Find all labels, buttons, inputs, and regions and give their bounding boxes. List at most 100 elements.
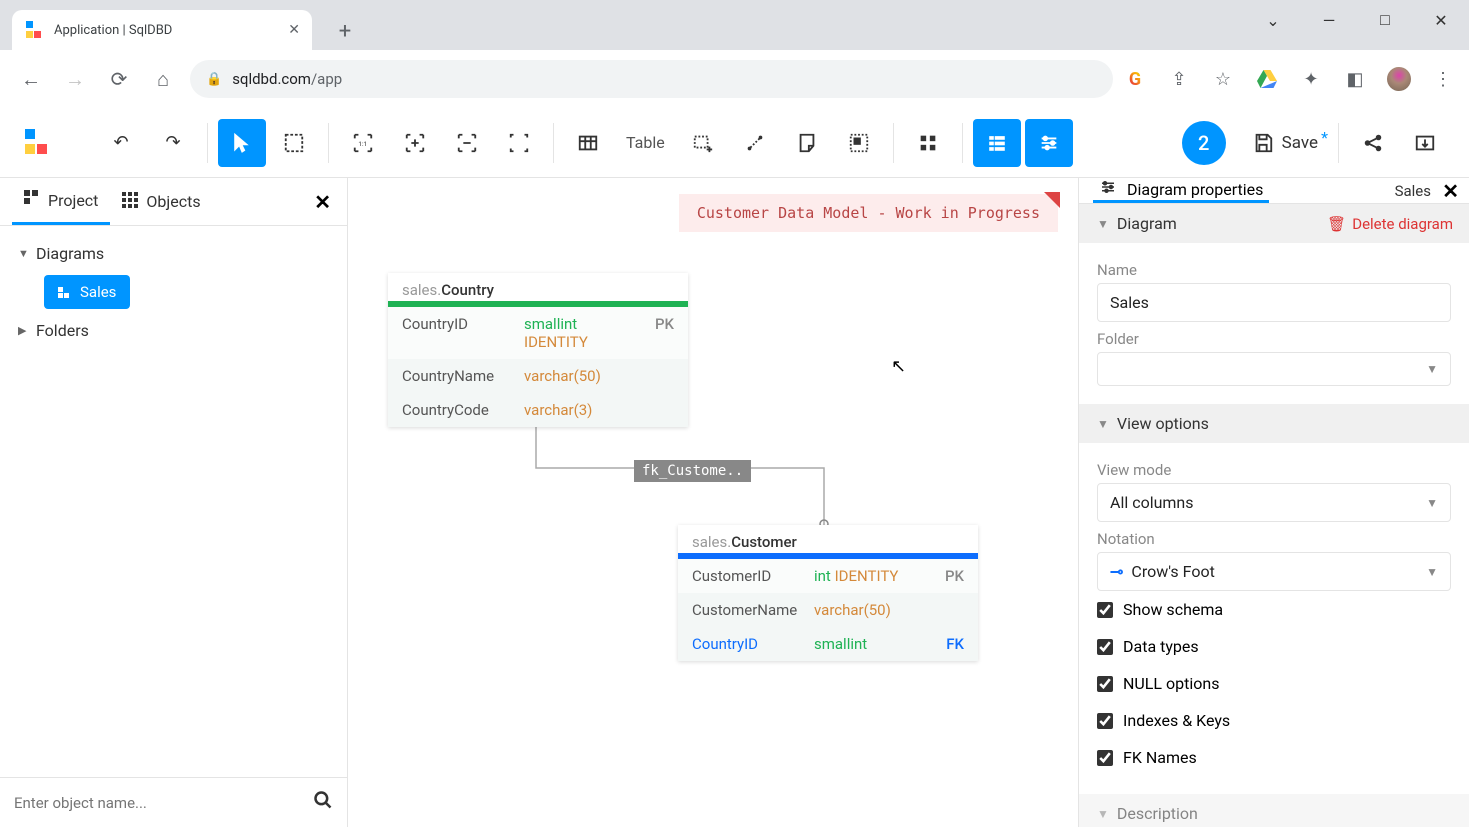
fk-label[interactable]: fk_Custome..: [634, 460, 751, 482]
browser-tab[interactable]: Application | SqlDBD ✕: [12, 10, 312, 50]
notation-label: Notation: [1097, 530, 1451, 548]
column-key: PK: [934, 567, 964, 585]
profile-avatar[interactable]: [1387, 67, 1411, 91]
section-description[interactable]: ▼ Description: [1079, 794, 1469, 827]
check-fk-names[interactable]: FK Names: [1097, 739, 1451, 776]
diagram-canvas[interactable]: Customer Data Model - Work in Progress f…: [348, 178, 1078, 827]
note-button[interactable]: [783, 119, 831, 167]
toolbar-separator: [328, 123, 329, 163]
left-tabs: Project Objects ✕: [0, 178, 347, 226]
save-button[interactable]: Save *: [1242, 132, 1328, 154]
column-name: CountryID: [692, 635, 802, 653]
table-row[interactable]: CountryCode varchar(3): [388, 393, 688, 427]
tab-title: Application | SqlDBD: [54, 23, 172, 38]
project-icon: [24, 190, 40, 210]
delete-diagram-button[interactable]: 🗑 Delete diagram: [1327, 215, 1453, 233]
column-name: CountryCode: [402, 401, 512, 419]
cursor-icon: ↖: [891, 356, 906, 377]
window-dropdown-icon[interactable]: ⌄: [1245, 0, 1301, 40]
diagram-name-input[interactable]: [1097, 283, 1451, 322]
notation-select[interactable]: ⊸ Crow's Foot ▼: [1097, 552, 1451, 591]
app-toolbar: ↶ ↷ 1:1 Table 2 Save *: [0, 108, 1469, 178]
google-icon[interactable]: G: [1123, 67, 1147, 91]
toolbar-separator: [893, 123, 894, 163]
marquee-tool-button[interactable]: [270, 119, 318, 167]
address-row: ← → ⟳ ⌂ 🔒 sqldbd.com/app G ⇪ ☆ ✦ ◧ ⋮: [0, 50, 1469, 108]
undo-button[interactable]: ↶: [97, 119, 145, 167]
properties-close-icon[interactable]: ✕: [1442, 179, 1459, 203]
table-row[interactable]: CustomerID int IDENTITY PK: [678, 559, 978, 593]
drive-icon[interactable]: [1255, 67, 1279, 91]
checkbox[interactable]: [1097, 676, 1113, 692]
search-icon[interactable]: [313, 790, 333, 815]
list-view-button[interactable]: [973, 119, 1021, 167]
checkbox[interactable]: [1097, 750, 1113, 766]
window-close-icon[interactable]: ✕: [1413, 0, 1469, 40]
tab-close-icon[interactable]: ✕: [288, 22, 300, 38]
share-button[interactable]: [1349, 119, 1397, 167]
table-customer[interactable]: sales.Customer CustomerID int IDENTITY P…: [678, 525, 978, 661]
group-button[interactable]: [835, 119, 883, 167]
zoom-in-button[interactable]: [391, 119, 439, 167]
checkbox[interactable]: [1097, 639, 1113, 655]
left-panel: Project Objects ✕ ▼ Diagrams Sales ▶ Fol…: [0, 178, 348, 827]
section-diagram[interactable]: ▼ Diagram 🗑 Delete diagram: [1079, 204, 1469, 243]
address-bar[interactable]: 🔒 sqldbd.com/app: [190, 60, 1113, 98]
window-maximize-icon[interactable]: □: [1357, 0, 1413, 40]
tree-diagram-sales[interactable]: Sales: [44, 275, 130, 309]
table-row[interactable]: CountryName varchar(50): [388, 359, 688, 393]
check-indexes-keys[interactable]: Indexes & Keys: [1097, 702, 1451, 739]
star-icon[interactable]: ☆: [1211, 67, 1235, 91]
zoom-out-button[interactable]: [443, 119, 491, 167]
window-minimize-icon[interactable]: ―: [1301, 0, 1357, 40]
checkbox[interactable]: [1097, 602, 1113, 618]
toolbar-separator: [553, 123, 554, 163]
export-button[interactable]: [1401, 119, 1449, 167]
section-description-label: Description: [1117, 804, 1198, 823]
redo-button[interactable]: ↷: [149, 119, 197, 167]
search-input[interactable]: [14, 794, 313, 812]
table-row[interactable]: CustomerName varchar(50): [678, 593, 978, 627]
relation-button[interactable]: [731, 119, 779, 167]
check-data-types[interactable]: Data types: [1097, 628, 1451, 665]
tab-objects[interactable]: Objects: [110, 178, 212, 225]
nav-reload-button[interactable]: ⟳: [102, 62, 136, 96]
select-tool-button[interactable]: [218, 119, 266, 167]
settings-view-button[interactable]: [1025, 119, 1073, 167]
menu-icon[interactable]: ⋮: [1431, 67, 1455, 91]
new-table-button[interactable]: [679, 119, 727, 167]
browser-chrome: Application | SqlDBD ✕ + ⌄ ― □ ✕ ← → ⟳ ⌂…: [0, 0, 1469, 108]
nav-back-button[interactable]: ←: [14, 62, 48, 96]
folder-select[interactable]: ▼: [1097, 352, 1451, 386]
table-country[interactable]: sales.Country CountryID smallint IDENTIT…: [388, 273, 688, 427]
nav-home-button[interactable]: ⌂: [146, 62, 180, 96]
app-logo[interactable]: [25, 129, 53, 157]
view-mode-select[interactable]: All columns ▼: [1097, 483, 1451, 522]
zoom-fit-button[interactable]: [495, 119, 543, 167]
properties-context: Sales: [1395, 182, 1431, 200]
side-panel-icon[interactable]: ◧: [1343, 67, 1367, 91]
left-panel-close-icon[interactable]: ✕: [314, 190, 331, 214]
table-button[interactable]: [564, 119, 612, 167]
share-icon[interactable]: ⇪: [1167, 67, 1191, 91]
check-null-options[interactable]: NULL options: [1097, 665, 1451, 702]
canvas-note[interactable]: Customer Data Model - Work in Progress: [679, 194, 1058, 232]
column-key: [644, 401, 674, 419]
tasks-badge[interactable]: 2: [1182, 121, 1226, 165]
table-row[interactable]: CountryID smallint FK: [678, 627, 978, 661]
nav-forward-button[interactable]: →: [58, 62, 92, 96]
tree-folders[interactable]: ▶ Folders: [0, 313, 347, 348]
column-type: varchar(3): [524, 401, 632, 419]
check-show-schema[interactable]: Show schema: [1097, 591, 1451, 628]
new-tab-button[interactable]: +: [330, 19, 360, 50]
zoom-1-1-button[interactable]: 1:1: [339, 119, 387, 167]
tab-project[interactable]: Project: [12, 178, 110, 225]
checkbox[interactable]: [1097, 713, 1113, 729]
column-type: varchar(50): [814, 601, 922, 619]
extensions-icon[interactable]: ✦: [1299, 67, 1323, 91]
properties-panel: Diagram properties Sales ✕ ▼ Diagram 🗑 D…: [1078, 178, 1469, 827]
tree-diagrams[interactable]: ▼ Diagrams: [0, 236, 347, 271]
table-row[interactable]: CountryID smallint IDENTITY PK: [388, 307, 688, 359]
section-view-options[interactable]: ▼ View options: [1079, 404, 1469, 443]
minimap-button[interactable]: [904, 119, 952, 167]
